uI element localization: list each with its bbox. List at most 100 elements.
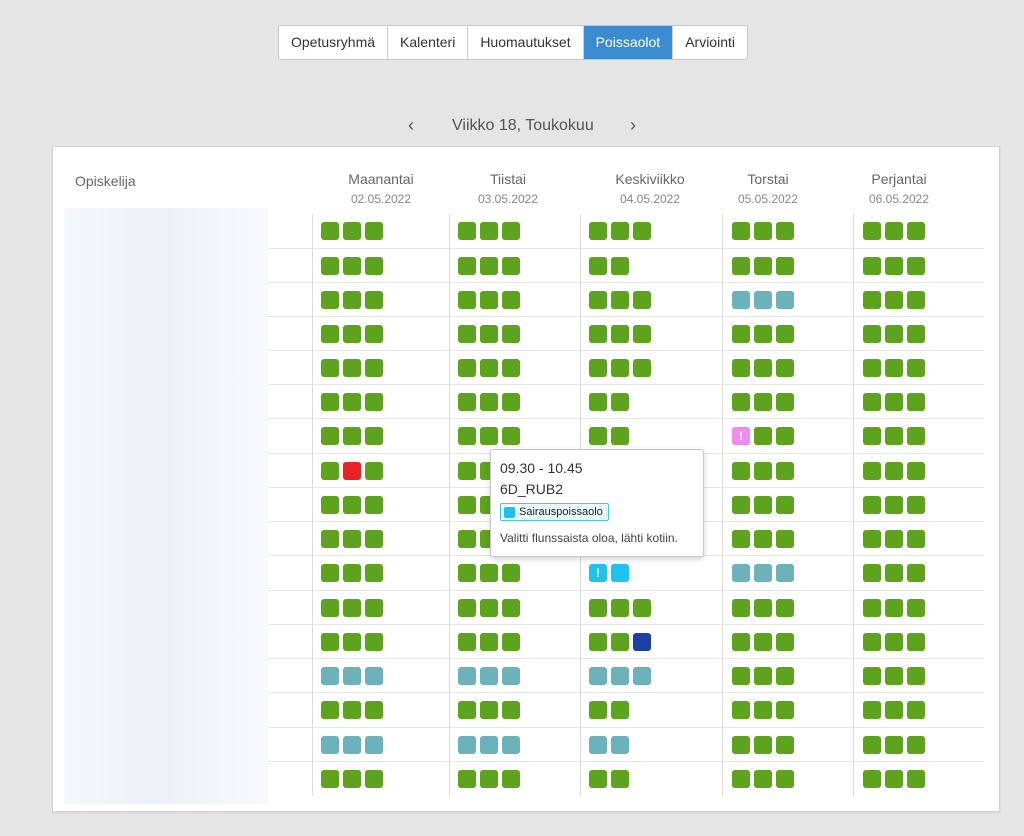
- lesson-status-present[interactable]: [863, 462, 881, 480]
- lesson-status-other[interactable]: [480, 667, 498, 685]
- lesson-status-present[interactable]: [907, 359, 925, 377]
- lesson-status-present[interactable]: [365, 530, 383, 548]
- lesson-status-present[interactable]: [885, 291, 903, 309]
- lesson-status-present[interactable]: [611, 701, 629, 719]
- lesson-status-present[interactable]: [885, 462, 903, 480]
- tab-opetusryhmä[interactable]: Opetusryhmä: [279, 26, 389, 59]
- lesson-status-present[interactable]: [754, 736, 772, 754]
- lesson-status-present[interactable]: [754, 530, 772, 548]
- lesson-status-present[interactable]: [458, 427, 476, 445]
- lesson-status-other[interactable]: [754, 291, 772, 309]
- lesson-status-present[interactable]: [732, 393, 750, 411]
- lesson-status-present[interactable]: [365, 599, 383, 617]
- lesson-status-sick[interactable]: [611, 564, 629, 582]
- lesson-status-present[interactable]: [885, 359, 903, 377]
- lesson-status-present[interactable]: [589, 393, 607, 411]
- lesson-status-present[interactable]: [343, 770, 361, 788]
- lesson-status-present[interactable]: [776, 770, 794, 788]
- lesson-status-present[interactable]: [611, 427, 629, 445]
- lesson-status-present[interactable]: [321, 257, 339, 275]
- lesson-status-present[interactable]: [863, 564, 881, 582]
- lesson-status-present[interactable]: [633, 599, 651, 617]
- lesson-status-present[interactable]: [732, 359, 750, 377]
- tab-arviointi[interactable]: Arviointi: [673, 26, 747, 59]
- lesson-status-present[interactable]: [321, 222, 339, 240]
- lesson-status-present[interactable]: [343, 222, 361, 240]
- lesson-status-present[interactable]: [480, 701, 498, 719]
- lesson-status-other[interactable]: [365, 736, 383, 754]
- tab-poissaolot[interactable]: Poissaolot: [583, 26, 674, 59]
- lesson-status-present[interactable]: [321, 393, 339, 411]
- lesson-status-other[interactable]: [776, 291, 794, 309]
- lesson-status-present[interactable]: [321, 462, 339, 480]
- lesson-status-present[interactable]: [776, 427, 794, 445]
- lesson-status-present[interactable]: [885, 599, 903, 617]
- lesson-status-present[interactable]: [863, 770, 881, 788]
- lesson-status-present[interactable]: [365, 291, 383, 309]
- lesson-status-present[interactable]: [633, 291, 651, 309]
- lesson-status-present[interactable]: [480, 633, 498, 651]
- lesson-status-present[interactable]: [776, 633, 794, 651]
- lesson-status-present[interactable]: [907, 701, 925, 719]
- lesson-status-present[interactable]: [754, 222, 772, 240]
- lesson-status-present[interactable]: [907, 770, 925, 788]
- lesson-status-present[interactable]: [732, 701, 750, 719]
- lesson-status-present[interactable]: [732, 736, 750, 754]
- lesson-status-present[interactable]: [480, 599, 498, 617]
- lesson-status-present[interactable]: [863, 633, 881, 651]
- lesson-status-present[interactable]: [732, 222, 750, 240]
- lesson-status-present[interactable]: [502, 564, 520, 582]
- lesson-status-present[interactable]: [907, 325, 925, 343]
- lesson-status-present[interactable]: [321, 701, 339, 719]
- lesson-status-present[interactable]: [502, 427, 520, 445]
- lesson-status-present[interactable]: [589, 257, 607, 275]
- lesson-status-present[interactable]: [321, 530, 339, 548]
- lesson-status-present[interactable]: [776, 599, 794, 617]
- lesson-status-present[interactable]: [343, 701, 361, 719]
- lesson-status-present[interactable]: [611, 393, 629, 411]
- lesson-status-present[interactable]: [343, 633, 361, 651]
- lesson-status-present[interactable]: [458, 599, 476, 617]
- lesson-status-present[interactable]: [907, 736, 925, 754]
- lesson-status-present[interactable]: [732, 633, 750, 651]
- lesson-status-present[interactable]: [321, 291, 339, 309]
- lesson-status-present[interactable]: [502, 222, 520, 240]
- lesson-status-absent[interactable]: [343, 462, 361, 480]
- lesson-status-present[interactable]: [343, 427, 361, 445]
- lesson-status-present[interactable]: [754, 599, 772, 617]
- lesson-status-present[interactable]: [754, 325, 772, 343]
- lesson-status-other[interactable]: [589, 736, 607, 754]
- lesson-status-present[interactable]: [754, 701, 772, 719]
- lesson-status-present[interactable]: [754, 427, 772, 445]
- lesson-status-present[interactable]: [776, 701, 794, 719]
- lesson-status-present[interactable]: [863, 393, 881, 411]
- lesson-status-present[interactable]: [365, 496, 383, 514]
- lesson-status-present[interactable]: [343, 564, 361, 582]
- lesson-status-present[interactable]: [365, 564, 383, 582]
- lesson-status-present[interactable]: [365, 325, 383, 343]
- lesson-status-present[interactable]: [589, 633, 607, 651]
- lesson-status-present[interactable]: [863, 427, 881, 445]
- lesson-status-other[interactable]: [633, 667, 651, 685]
- lesson-status-present[interactable]: [321, 770, 339, 788]
- lesson-status-present[interactable]: [480, 257, 498, 275]
- lesson-status-present[interactable]: [502, 599, 520, 617]
- lesson-status-present[interactable]: [589, 427, 607, 445]
- lesson-status-other[interactable]: [589, 667, 607, 685]
- lesson-status-present[interactable]: [863, 530, 881, 548]
- lesson-status-present[interactable]: [343, 257, 361, 275]
- lesson-status-present[interactable]: [633, 359, 651, 377]
- lesson-status-other[interactable]: [321, 736, 339, 754]
- lesson-status-present[interactable]: [458, 222, 476, 240]
- lesson-status-present[interactable]: [732, 257, 750, 275]
- lesson-status-present[interactable]: [907, 564, 925, 582]
- lesson-status-present[interactable]: [365, 393, 383, 411]
- lesson-status-present[interactable]: [321, 359, 339, 377]
- lesson-status-present[interactable]: [480, 291, 498, 309]
- lesson-status-present[interactable]: [863, 291, 881, 309]
- lesson-status-present[interactable]: [321, 564, 339, 582]
- lesson-status-present[interactable]: [776, 462, 794, 480]
- lesson-status-present[interactable]: [863, 667, 881, 685]
- lesson-status-present[interactable]: [321, 325, 339, 343]
- lesson-status-present[interactable]: [480, 222, 498, 240]
